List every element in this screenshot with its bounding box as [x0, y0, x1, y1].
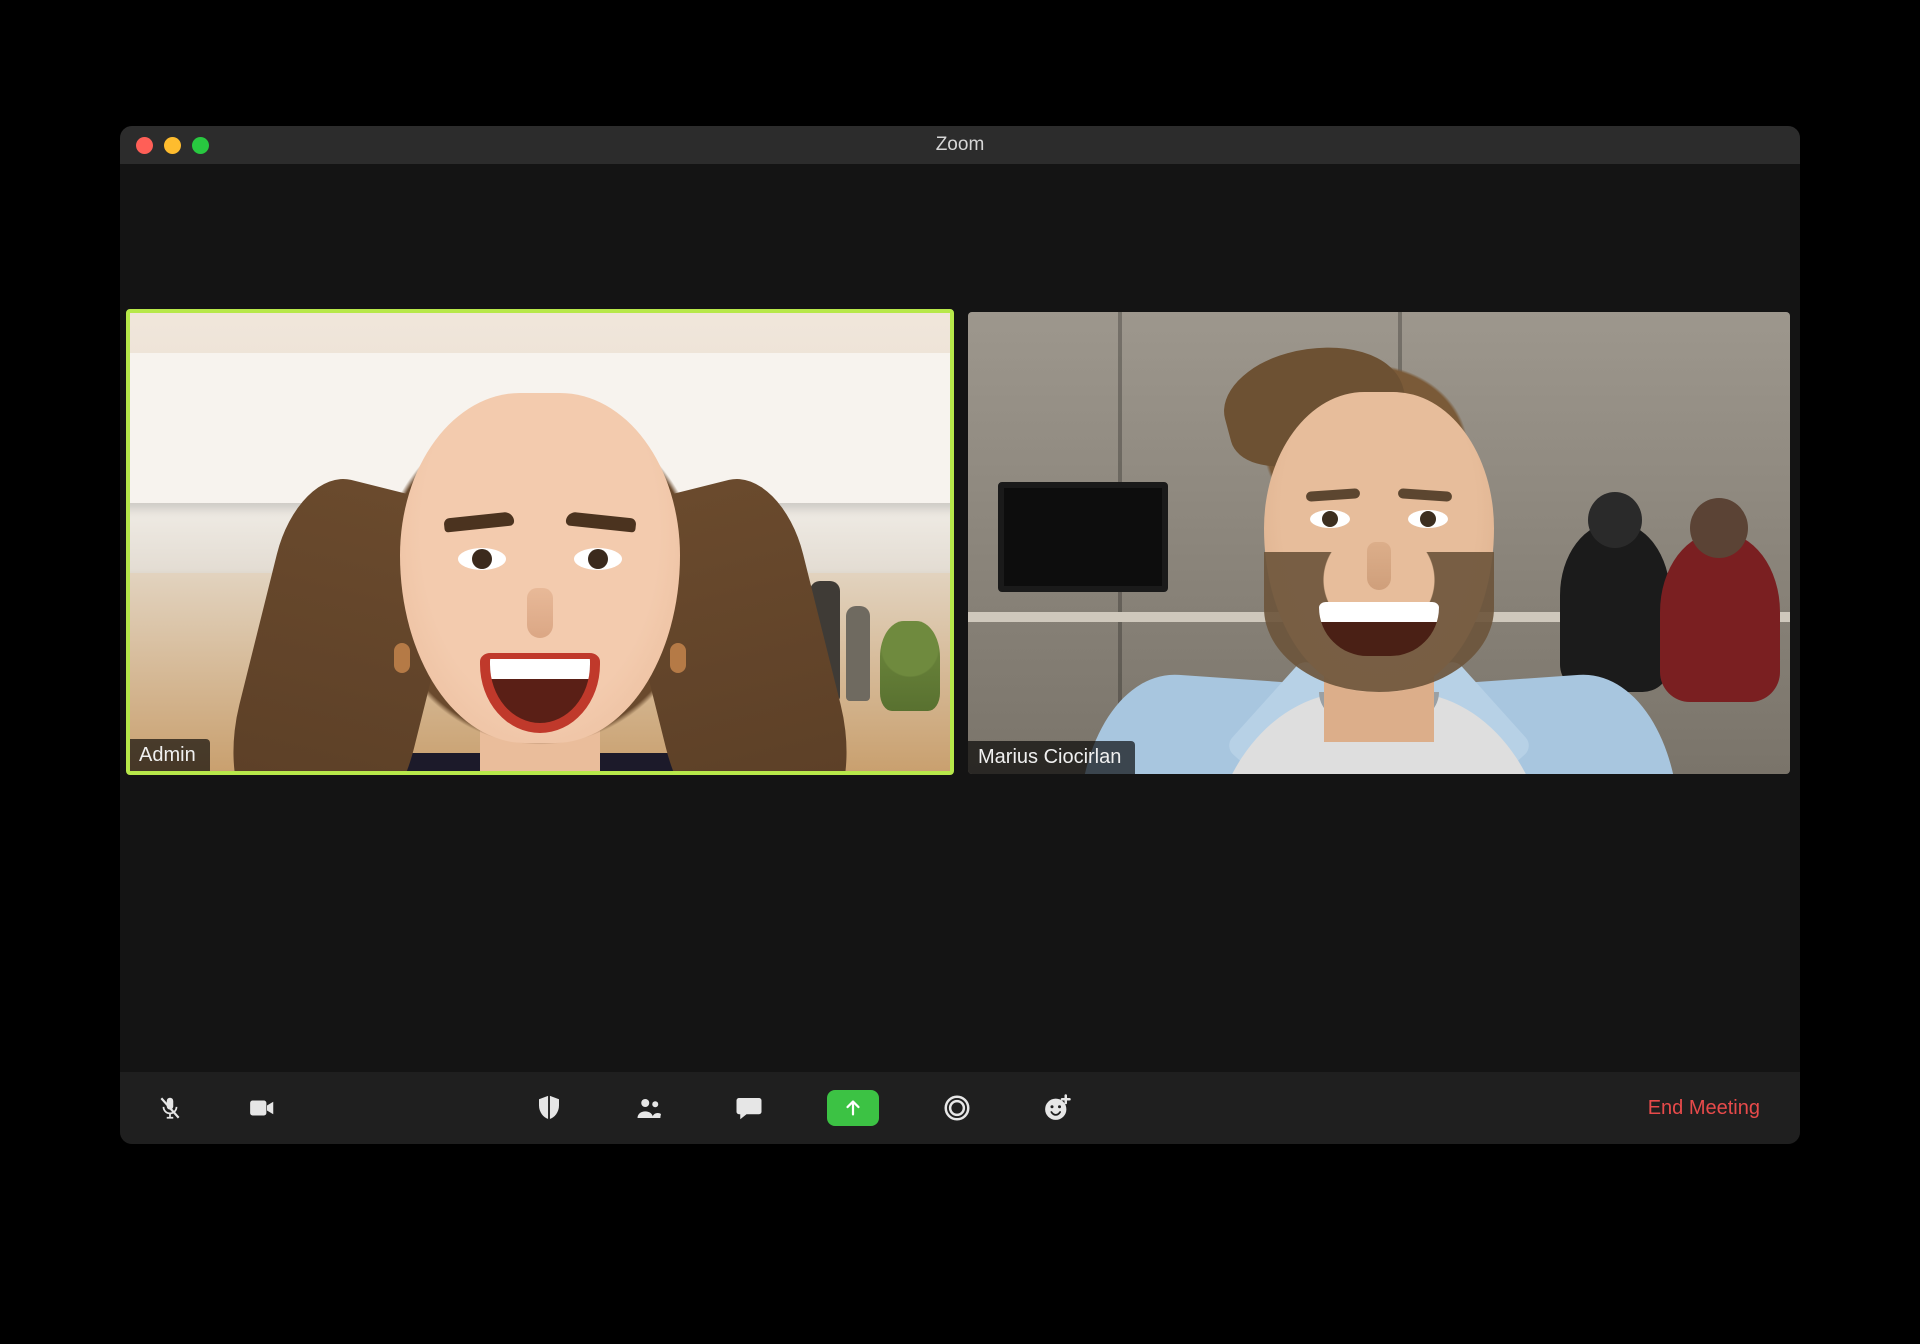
zoom-window: Zoom: [120, 126, 1800, 1144]
shield-icon: [534, 1093, 564, 1123]
record-icon: [942, 1093, 972, 1123]
meeting-toolbar: End Meeting: [120, 1072, 1800, 1144]
video-camera-icon: [247, 1093, 277, 1123]
chat-button[interactable]: [727, 1086, 771, 1130]
reactions-icon: [1042, 1093, 1072, 1123]
video-feed: [130, 313, 950, 771]
participants-button[interactable]: [627, 1086, 671, 1130]
participant-name-badge: Marius Ciocirlan: [968, 741, 1135, 774]
video-grid: Admin: [120, 164, 1800, 1072]
window-title: Zoom: [120, 134, 1800, 156]
video-feed: [968, 312, 1790, 774]
window-controls: [120, 137, 209, 154]
video-tile-marius[interactable]: Marius Ciocirlan: [968, 312, 1790, 774]
video-tile-admin[interactable]: Admin: [126, 309, 954, 775]
reactions-button[interactable]: [1035, 1086, 1079, 1130]
end-meeting-button[interactable]: End Meeting: [1636, 1089, 1772, 1128]
share-screen-icon: [842, 1097, 864, 1119]
chat-bubble-icon: [734, 1093, 764, 1123]
video-button[interactable]: [240, 1086, 284, 1130]
close-window-button[interactable]: [136, 137, 153, 154]
participants-icon: [634, 1093, 664, 1123]
participant-name-badge: Admin: [129, 739, 210, 772]
security-button[interactable]: [527, 1086, 571, 1130]
minimize-window-button[interactable]: [164, 137, 181, 154]
microphone-muted-icon: [157, 1094, 183, 1122]
mute-button[interactable]: [148, 1086, 192, 1130]
share-screen-button[interactable]: [827, 1090, 879, 1126]
maximize-window-button[interactable]: [192, 137, 209, 154]
titlebar: Zoom: [120, 126, 1800, 164]
record-button[interactable]: [935, 1086, 979, 1130]
